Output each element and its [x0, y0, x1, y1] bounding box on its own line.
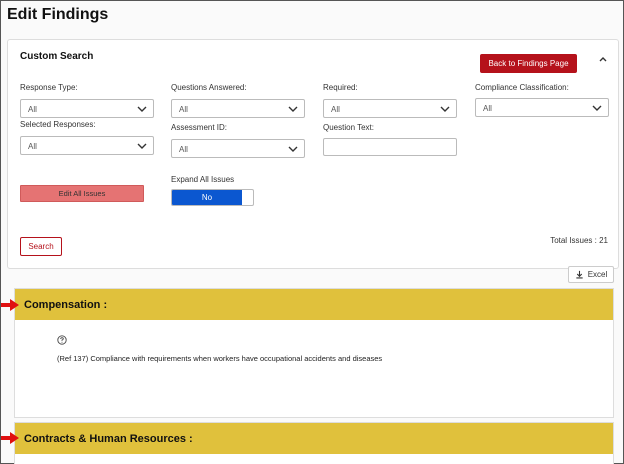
- chevron-down-icon: [288, 106, 298, 112]
- page-title: Edit Findings: [7, 6, 109, 23]
- required-value: All: [331, 105, 340, 114]
- required-select[interactable]: All: [323, 99, 457, 118]
- compliance-classification-select[interactable]: All: [475, 98, 609, 117]
- help-circle-icon[interactable]: [57, 335, 67, 345]
- required-label: Required:: [323, 83, 358, 92]
- chevron-down-icon: [592, 105, 602, 111]
- response-type-value: All: [28, 105, 37, 114]
- total-issues-count: Total Issues : 21: [550, 236, 608, 245]
- expand-all-issues-value: No: [172, 190, 242, 205]
- chevron-down-icon: [137, 106, 147, 112]
- edit-all-issues-button[interactable]: Edit All Issues: [20, 185, 144, 202]
- assessment-id-select[interactable]: All: [171, 139, 305, 158]
- section-compensation: Compensation : (Ref 137) Compliance with…: [14, 288, 614, 418]
- assessment-id-label: Assessment ID:: [171, 123, 228, 132]
- selected-responses-select[interactable]: All: [20, 136, 154, 155]
- expand-all-issues-label: Expand All Issues: [171, 175, 235, 184]
- expand-all-issues-toggle[interactable]: No: [171, 189, 254, 206]
- back-to-findings-button[interactable]: Back to Findings Page: [480, 54, 577, 73]
- custom-search-panel: Custom Search Back to Findings Page Resp…: [7, 39, 619, 269]
- question-text-label: Question Text:: [323, 123, 374, 132]
- excel-export-button[interactable]: Excel: [568, 266, 614, 283]
- app-window: Edit Findings Custom Search Back to Find…: [0, 0, 624, 464]
- selected-responses-value: All: [28, 142, 37, 151]
- section-header[interactable]: Compensation :: [15, 289, 613, 320]
- response-type-select[interactable]: All: [20, 99, 154, 118]
- search-button[interactable]: Search: [20, 237, 62, 256]
- selected-responses-label: Selected Responses:: [20, 120, 96, 129]
- questions-answered-label: Questions Answered:: [171, 83, 247, 92]
- chevron-down-icon: [440, 106, 450, 112]
- compliance-classification-value: All: [483, 104, 492, 113]
- compliance-classification-label: Compliance Classification:: [475, 83, 569, 92]
- questions-answered-value: All: [179, 105, 188, 114]
- chevron-down-icon: [288, 146, 298, 152]
- response-type-label: Response Type:: [20, 83, 78, 92]
- chevron-down-icon: [137, 143, 147, 149]
- section-header[interactable]: Contracts & Human Resources :: [15, 423, 613, 454]
- finding-item: (Ref 137) Compliance with requirements w…: [57, 354, 383, 363]
- arrow-right-icon: [1, 299, 19, 311]
- assessment-id-value: All: [179, 145, 188, 154]
- download-icon: [576, 270, 583, 279]
- chevron-up-icon[interactable]: [597, 53, 609, 65]
- excel-label: Excel: [587, 270, 608, 279]
- question-text-input[interactable]: [323, 138, 457, 156]
- questions-answered-select[interactable]: All: [171, 99, 305, 118]
- section-contracts-human-resources: Contracts & Human Resources :: [14, 422, 614, 464]
- custom-search-title: Custom Search: [20, 51, 94, 62]
- arrow-right-icon: [1, 432, 19, 444]
